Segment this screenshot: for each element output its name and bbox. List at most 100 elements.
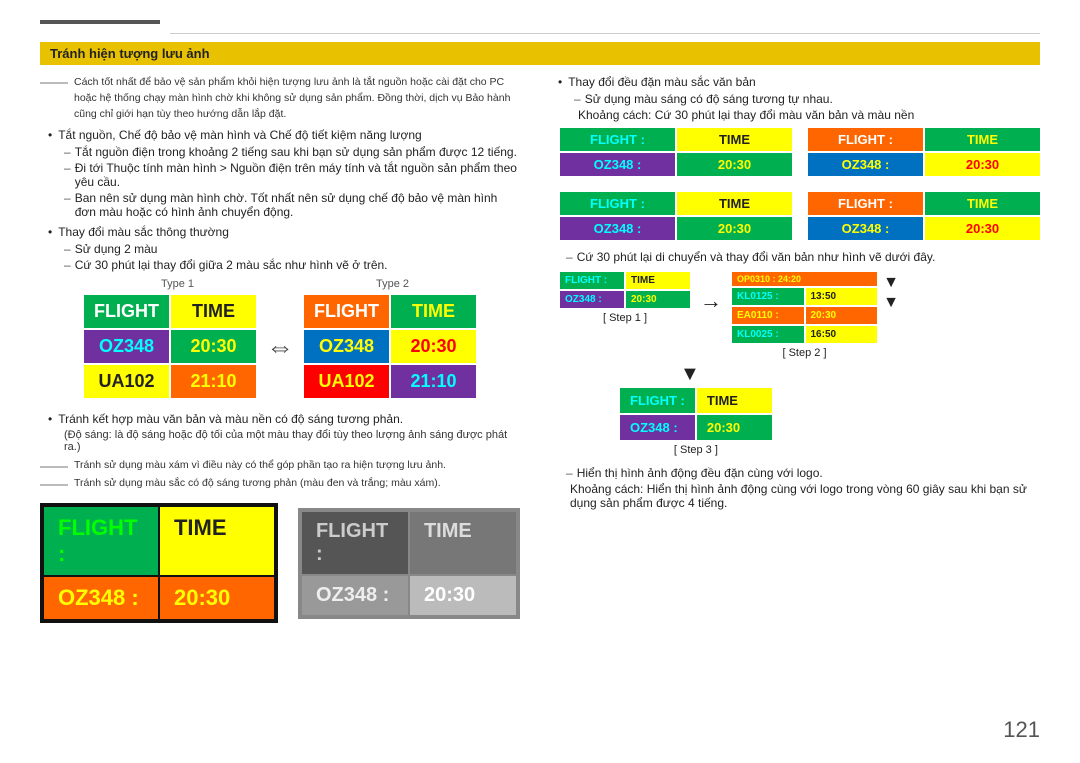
page-number: 121: [1003, 717, 1040, 743]
rb1-oz: OZ348 :: [808, 153, 923, 176]
bullet-dot-3: •: [48, 412, 52, 426]
step3-down-arrow-icon: ▼: [680, 363, 700, 386]
step3-block: FLIGHT : TIME OZ348 : 20:30 [ Step 3 ]: [620, 388, 772, 456]
s3-r2c2: 20:30: [697, 415, 772, 440]
s1-r1c2: TIME: [626, 272, 690, 289]
sub3-text: (Độ sáng: là độ sáng hoặc độ tối của một…: [64, 429, 520, 453]
sub1b-text: Đi tới Thuộc tính màn hình > Nguồn điện …: [75, 161, 520, 189]
right-sub-a: Sử dụng màu sáng có độ sáng tương tự nha…: [585, 92, 833, 106]
step1-label: [ Step 1 ]: [603, 312, 647, 324]
right-board-b1: FLIGHT : TIME OZ348 : 20:30: [808, 128, 1040, 176]
right-board-a2: FLIGHT : TIME OZ348 : 20:30: [560, 192, 792, 240]
ra2-time: TIME: [677, 192, 792, 215]
right-bullet-dot: •: [558, 75, 562, 89]
rb1-time: TIME: [925, 128, 1040, 151]
rb1-flight: FLIGHT :: [808, 128, 923, 151]
bullet-dot-2: •: [48, 225, 52, 239]
step2-label: [ Step 2 ]: [782, 347, 826, 359]
section-title: Tránh hiện tượng lưu ảnh: [40, 42, 1040, 65]
sub1a-text: Tắt nguồn điện trong khoảng 2 tiếng sau …: [75, 145, 517, 159]
s2-r1c2: 13:50: [806, 288, 878, 305]
step3-label: [ Step 3 ]: [674, 444, 718, 456]
t1-time-cell: TIME: [171, 295, 256, 328]
bullet2-text: Thay đổi màu sắc thông thường: [58, 225, 229, 239]
rb2-flight: FLIGHT :: [808, 192, 923, 215]
bullet-dot-1: •: [48, 128, 52, 142]
bg-oz: OZ348 :: [302, 576, 408, 615]
sub2a-text: Sử dụng 2 màu: [75, 242, 158, 256]
rb2-2030: 20:30: [925, 217, 1040, 240]
ra2-oz: OZ348 :: [560, 217, 675, 240]
footer1-text: Hiển thị hình ảnh động đều đặn cùng với …: [577, 466, 823, 480]
right-board-b2: FLIGHT : TIME OZ348 : 20:30: [808, 192, 1040, 240]
s3-r2c1: OZ348 :: [620, 415, 695, 440]
dash-icon: –: [64, 191, 71, 219]
header-left-bar: [40, 20, 160, 24]
bullet3-text: Tránh kết hợp màu văn bản và màu nền có …: [58, 412, 403, 426]
bb-2030: 20:30: [160, 577, 274, 619]
swap-arrow-icon: ⇔: [266, 331, 294, 363]
right-bullet-text: Thay đổi đều đặn màu sắc văn bản: [568, 75, 755, 89]
s2-r3c1: KL0025 :: [732, 326, 804, 343]
step2-block: OP0310 : 24:20 KL0125 : 13:50 EA0110 : 2…: [732, 272, 877, 359]
s2-r2c2: 20:30: [806, 307, 878, 324]
down-arrow1-icon: ▼: [883, 274, 899, 292]
t1-flight-cell: FLIGHT: [84, 295, 169, 328]
right-board-a1: FLIGHT : TIME OZ348 : 20:30: [560, 128, 792, 176]
gray-dash1-text: Tránh sử dụng màu xám vì điều này có thể…: [74, 459, 446, 471]
t2-oz-cell: OZ348: [304, 330, 389, 363]
type1-label: Type 1: [161, 278, 194, 290]
right-sub-b: Khoảng cách: Cứ 30 phút lại thay đổi màu…: [578, 108, 914, 122]
dash-icon: –: [574, 92, 581, 106]
dash-icon: –: [64, 242, 71, 256]
ra2-flight: FLIGHT :: [560, 192, 675, 215]
bottom-board-gray: FLIGHT : TIME OZ348 : 20:30: [298, 508, 520, 619]
intro-dash-block: Cách tốt nhất để bảo vệ sản phẩm khỏi hi…: [40, 75, 520, 122]
ra1-oz: OZ348 :: [560, 153, 675, 176]
bg-time: TIME: [410, 512, 516, 574]
step1-block: FLIGHT : TIME OZ348 : 20:30 [ Step 1 ]: [560, 272, 690, 324]
bb-oz: OZ348 :: [44, 577, 158, 619]
rb1-2030: 20:30: [925, 153, 1040, 176]
ra1-flight: FLIGHT :: [560, 128, 675, 151]
dash-icon: –: [566, 466, 573, 480]
bg-2030: 20:30: [410, 576, 516, 615]
bb-flight: FLIGHT :: [44, 507, 158, 575]
t1-2110-cell: 21:10: [171, 365, 256, 398]
rb2-time: TIME: [925, 192, 1040, 215]
s2-r3c2: 16:50: [806, 326, 878, 343]
s1-r2c2: 20:30: [626, 291, 690, 308]
s2-r2c1: EA0110 :: [732, 307, 804, 324]
sub1c-text: Ban nên sử dụng màn hình chờ. Tốt nhất n…: [75, 191, 498, 219]
t2-time-cell: TIME: [391, 295, 476, 328]
type2-board: FLIGHT TIME OZ348 20:30 UA102 21:10: [304, 295, 476, 398]
sub-middle-text: Cứ 30 phút lại di chuyển và thay đổi văn…: [577, 250, 936, 264]
dash-icon: –: [64, 145, 71, 159]
s2-r1c1: KL0125 :: [732, 288, 804, 305]
t1-ua-cell: UA102: [84, 365, 169, 398]
dash-icon: –: [64, 161, 71, 189]
t1-oz-cell: OZ348: [84, 330, 169, 363]
s1-r1c1: FLIGHT :: [560, 272, 624, 289]
down-arrow2-icon: ▼: [883, 294, 899, 312]
type2-label: Type 2: [376, 278, 409, 290]
t2-flight-cell: FLIGHT: [304, 295, 389, 328]
t1-2030-cell: 20:30: [171, 330, 256, 363]
t2-2110-cell: 21:10: [391, 365, 476, 398]
t2-ua-cell: UA102: [304, 365, 389, 398]
bg-flight: FLIGHT :: [302, 512, 408, 574]
footer2-text: Khoảng cách: Hiển thị hình ảnh động cùng…: [570, 482, 1040, 510]
s2-top: OP0310 : 24:20: [732, 272, 877, 286]
intro-text: Cách tốt nhất để bảo vệ sản phẩm khỏi hi…: [74, 75, 520, 122]
s3-r1c2: TIME: [697, 388, 772, 413]
t2-2030-cell: 20:30: [391, 330, 476, 363]
bullet1-text: Tắt nguồn, Chế độ bảo vệ màn hình và Chế…: [58, 128, 421, 142]
rb2-oz: OZ348 :: [808, 217, 923, 240]
dash-icon: –: [64, 258, 71, 272]
type1-board: FLIGHT TIME OZ348 20:30 UA102 21:10: [84, 295, 256, 398]
ra1-time: TIME: [677, 128, 792, 151]
step-arrow-right-icon: →: [700, 288, 722, 314]
dash-icon: –: [566, 250, 573, 264]
bottom-board-black: FLIGHT : TIME OZ348 : 20:30: [40, 503, 278, 623]
gray-dash2-text: Tránh sử dụng màu sắc có độ sáng tương p…: [74, 477, 441, 489]
